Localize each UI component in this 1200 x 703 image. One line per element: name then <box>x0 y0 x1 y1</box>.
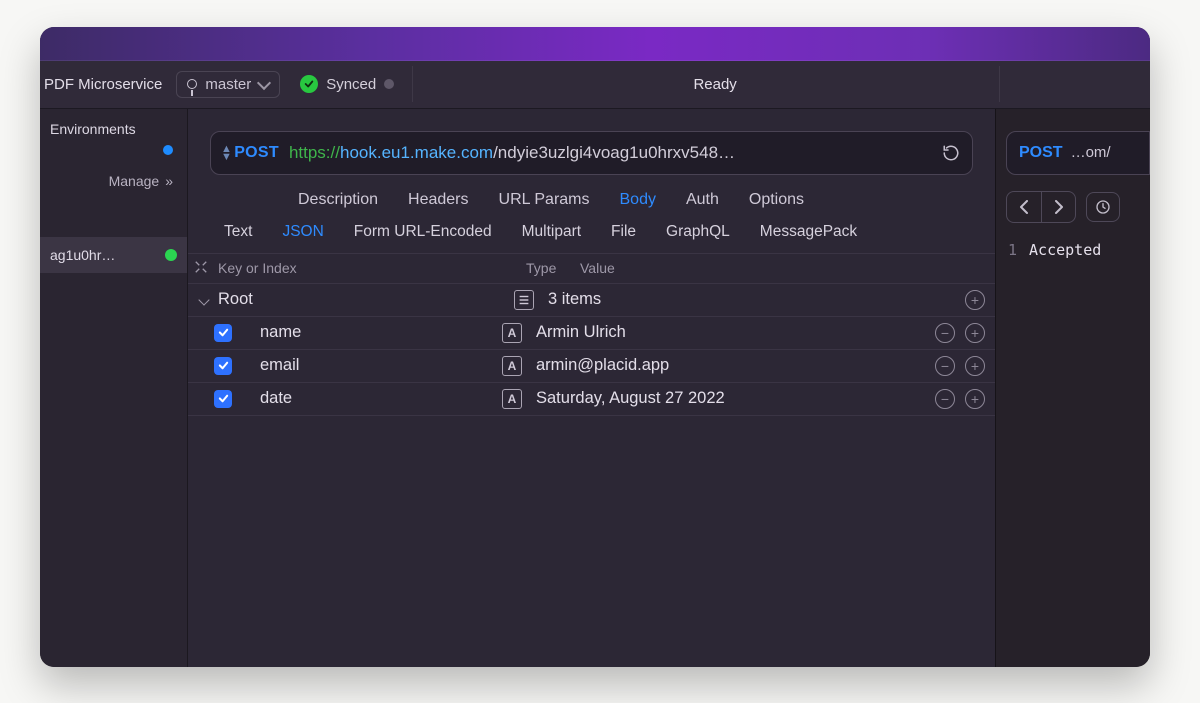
remove-row-button[interactable]: − <box>935 389 955 409</box>
sync-label: Synced <box>326 76 376 93</box>
history-back-button[interactable] <box>1007 192 1041 222</box>
collapse-all-button[interactable] <box>194 260 208 277</box>
response-url-bar[interactable]: POST …om/ <box>1006 131 1150 175</box>
add-row-button[interactable]: + <box>965 356 985 376</box>
check-icon <box>300 75 318 93</box>
bodytype-text[interactable]: Text <box>224 223 252 241</box>
sidebar-header: Environments <box>40 109 187 143</box>
chevron-down-icon <box>198 294 209 305</box>
disclosure-toggle[interactable] <box>194 296 214 304</box>
chevron-right-icon: » <box>165 173 173 189</box>
type-object-icon[interactable] <box>514 290 534 310</box>
url-bar[interactable]: ▲▼ POST https://hook.eu1.make.com/ndyie3… <box>210 131 973 175</box>
body-type-tabs: Text JSON Form URL-Encoded Multipart Fil… <box>188 223 995 254</box>
environment-name: ag1u0hr… <box>50 247 157 263</box>
row-enabled-checkbox[interactable] <box>214 357 232 375</box>
request-tabs: Description Headers URL Params Body Auth… <box>188 175 995 223</box>
sidebar: Environments Manage » ag1u0hr… <box>40 109 188 667</box>
tab-body[interactable]: Body <box>620 191 656 209</box>
manage-environments[interactable]: Manage » <box>40 155 187 207</box>
manage-label: Manage <box>109 173 160 189</box>
branch-name: master <box>205 76 251 93</box>
response-url-tail: …om/ <box>1071 144 1111 161</box>
tab-headers[interactable]: Headers <box>408 191 468 209</box>
bodytype-msgpack[interactable]: MessagePack <box>760 223 857 241</box>
line-number: 1 <box>1008 241 1017 259</box>
add-row-button[interactable]: + <box>965 389 985 409</box>
env-indicator-icon <box>163 145 173 155</box>
type-string-icon[interactable]: A <box>502 323 522 343</box>
active-indicator-icon <box>165 249 177 261</box>
response-body[interactable]: 1 Accepted <box>996 241 1150 259</box>
dirty-indicator-icon <box>384 79 394 89</box>
json-value[interactable]: Saturday, August 27 2022 <box>536 389 935 408</box>
http-method: POST <box>234 144 279 162</box>
divider <box>999 66 1000 102</box>
json-root-row[interactable]: Root 3 items + <box>188 284 995 317</box>
status-text: Ready <box>431 76 999 93</box>
type-string-icon[interactable]: A <box>502 356 522 376</box>
json-value[interactable]: Armin Ulrich <box>536 323 935 342</box>
add-child-button[interactable]: + <box>965 290 985 310</box>
json-row[interactable]: date A Saturday, August 27 2022 − + <box>188 383 995 416</box>
toolbar: PDF Microservice master Synced Ready <box>40 61 1150 109</box>
app-window: PDF Microservice master Synced Ready Env… <box>40 27 1150 667</box>
divider <box>412 66 413 102</box>
remove-row-button[interactable]: − <box>935 356 955 376</box>
row-enabled-checkbox[interactable] <box>214 390 232 408</box>
root-key: Root <box>214 290 514 309</box>
bodytype-json[interactable]: JSON <box>282 223 323 241</box>
bodytype-graphql[interactable]: GraphQL <box>666 223 730 241</box>
sync-status[interactable]: Synced <box>300 75 394 93</box>
response-method: POST <box>1019 144 1063 162</box>
send-request-button[interactable] <box>938 140 964 166</box>
tab-options[interactable]: Options <box>749 191 804 209</box>
json-columns-header: Key or Index Type Value <box>188 254 995 284</box>
col-type: Type <box>526 260 570 276</box>
type-string-icon[interactable]: A <box>502 389 522 409</box>
environment-item[interactable]: ag1u0hr… <box>40 237 187 273</box>
tab-description[interactable]: Description <box>298 191 378 209</box>
bodytype-file[interactable]: File <box>611 223 636 241</box>
request-panel: ▲▼ POST https://hook.eu1.make.com/ndyie3… <box>188 109 995 667</box>
json-key[interactable]: name <box>240 323 502 342</box>
chevron-down-icon <box>257 75 271 89</box>
sort-arrows-icon: ▲▼ <box>221 145 232 161</box>
json-key[interactable]: email <box>240 356 502 375</box>
url-input[interactable]: https://hook.eu1.make.com/ndyie3uzlgi4vo… <box>289 143 928 163</box>
tab-url-params[interactable]: URL Params <box>499 191 590 209</box>
response-nav <box>1006 191 1150 223</box>
response-panel: POST …om/ 1 Accepted <box>995 109 1150 667</box>
row-enabled-checkbox[interactable] <box>214 324 232 342</box>
json-row[interactable]: email A armin@placid.app − + <box>188 350 995 383</box>
bodytype-multipart[interactable]: Multipart <box>522 223 581 241</box>
http-method-selector[interactable]: ▲▼ POST <box>221 144 279 162</box>
project-name[interactable]: PDF Microservice <box>44 76 162 93</box>
branch-picker[interactable]: master <box>176 71 280 98</box>
history-button[interactable] <box>1086 192 1120 222</box>
remove-row-button[interactable]: − <box>935 323 955 343</box>
history-forward-button[interactable] <box>1041 192 1075 222</box>
json-key[interactable]: date <box>240 389 502 408</box>
add-row-button[interactable]: + <box>965 323 985 343</box>
response-text: Accepted <box>1029 241 1101 259</box>
col-key: Key or Index <box>218 260 516 276</box>
window-titlebar[interactable] <box>40 27 1150 61</box>
json-row[interactable]: name A Armin Ulrich − + <box>188 317 995 350</box>
branch-icon <box>187 79 197 89</box>
bodytype-form[interactable]: Form URL-Encoded <box>354 223 492 241</box>
col-value: Value <box>580 260 985 276</box>
json-editor[interactable]: Root 3 items + name A Armin Ulrich <box>188 284 995 667</box>
root-summary: 3 items <box>548 290 965 309</box>
json-value[interactable]: armin@placid.app <box>536 356 935 375</box>
tab-auth[interactable]: Auth <box>686 191 719 209</box>
